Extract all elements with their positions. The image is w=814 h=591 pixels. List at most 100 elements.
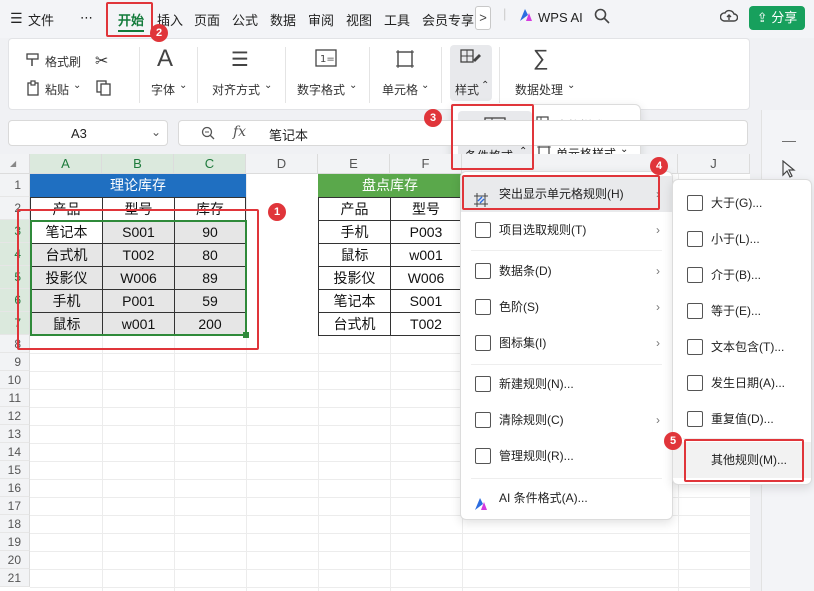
format-painter-button[interactable]: 格式刷 [45,53,81,70]
row-header[interactable]: 16 [0,479,30,497]
name-box[interactable]: A3 ⌄ [8,120,168,146]
cf-item-icon-sets[interactable]: 图标集(I) › [461,325,672,361]
column-header-d[interactable]: D [246,154,318,174]
row-header[interactable]: 20 [0,551,30,569]
number-format-button[interactable]: 数字格式 [297,81,345,98]
wps-ai-label[interactable]: WPS AI [538,10,583,25]
style-button[interactable]: 样式 ⌃ [450,45,492,101]
row-header[interactable]: 18 [0,515,30,533]
hl-item-less-than[interactable]: 小于(L)... [673,221,811,257]
table2-cell[interactable]: 笔记本 [318,289,391,313]
fx-icon[interactable]: fx [233,124,246,140]
table2-header-cell[interactable]: 产品 [318,197,391,221]
hl-item-equal-to[interactable]: 等于(E)... [673,293,811,329]
table2-cell[interactable]: W006 [390,266,462,290]
align-button[interactable]: 对齐方式 [212,81,260,98]
chevron-down-icon: ⌄ [179,80,188,91]
chevron-down-icon: ⌄ [421,80,430,91]
cell-icon[interactable] [395,49,415,72]
hl-item-between[interactable]: 介于(B)... [673,257,811,293]
menu-more-arrow[interactable]: > [475,6,491,30]
menu-data[interactable]: 数据 [270,10,296,29]
text-contains-icon [687,339,703,355]
data-processing-button[interactable]: 数据处理 [515,81,563,98]
align-icon[interactable]: ☰ [231,47,249,72]
column-header-e[interactable]: E [318,154,390,174]
menu-file[interactable]: 文件 [28,10,54,29]
cf-item-clear-rules[interactable]: 清除规则(C) › [461,402,672,438]
ribbon-separator [285,47,286,103]
cf-item-data-bars[interactable]: 数据条(D) › [461,253,672,289]
paste-button[interactable]: 粘贴 [45,81,69,98]
column-header-a[interactable]: A [30,154,102,174]
row-header[interactable]: 1 [0,174,30,197]
copy-icon[interactable] [95,80,113,99]
row-header[interactable]: 11 [0,389,30,407]
menu-page[interactable]: 页面 [194,10,220,29]
search-icon[interactable] [594,8,610,27]
cf-item-ai-format[interactable]: AI 条件格式(A)... [461,480,672,516]
menu-review[interactable]: 审阅 [308,10,334,29]
table1-title[interactable]: 理论库存 [30,174,246,197]
zoom-icon[interactable] [201,126,215,143]
menu-member[interactable]: 会员专享 [422,10,474,29]
cloud-upload-icon[interactable] [719,8,739,27]
column-header-b[interactable]: B [102,154,174,174]
table2-title[interactable]: 盘点库存 [318,174,462,197]
sum-icon[interactable]: ∑ [533,45,549,71]
table2-cell[interactable]: 投影仪 [318,266,391,290]
row-header[interactable]: 13 [0,425,30,443]
row-header[interactable]: 10 [0,371,30,389]
ribbon-separator [369,47,370,103]
column-header-c[interactable]: C [174,154,246,174]
row-header[interactable]: 12 [0,407,30,425]
table2-cell[interactable]: P003 [390,220,462,244]
chevron-down-icon[interactable]: ⌄ [151,125,161,139]
cf-item-new-rule[interactable]: 新建规则(N)... [461,366,672,402]
cf-item-color-scales[interactable]: 色阶(S) › [461,289,672,325]
chevron-right-icon: › [656,223,660,237]
cell-button[interactable]: 单元格 [382,81,418,98]
table2-cell[interactable]: w001 [390,243,462,267]
hl-item-text-contains[interactable]: 文本包含(T)... [673,329,811,365]
minimize-pane-icon[interactable]: — [782,132,796,148]
more-dots-icon[interactable]: ⋯ [80,10,93,26]
hl-item-greater-than[interactable]: 大于(G)... [673,185,811,221]
row-header[interactable]: 15 [0,461,30,479]
paste-icon[interactable] [25,80,41,99]
table2-cell[interactable]: 鼠标 [318,243,391,267]
row-header[interactable]: 19 [0,533,30,551]
pointer-icon[interactable] [782,159,796,181]
row-header[interactable]: 17 [0,497,30,515]
cf-item-top-bottom[interactable]: 项目选取规则(T) › [461,212,672,248]
formula-content[interactable]: 笔记本 [269,125,308,144]
hl-item-date-occurring[interactable]: 发生日期(A)... [673,365,811,401]
gridline [30,569,750,570]
table2-cell[interactable]: T002 [390,312,462,336]
table2-cell[interactable]: 台式机 [318,312,391,336]
row-header[interactable]: 21 [0,569,30,587]
row-header[interactable]: 9 [0,353,30,371]
format-painter-icon[interactable] [25,52,41,71]
font-icon[interactable]: A [157,45,173,73]
table2-cell[interactable]: 手机 [318,220,391,244]
menu-formula[interactable]: 公式 [232,10,258,29]
ribbon-separator [197,47,198,103]
cf-item-manage-rules[interactable]: 管理规则(R)... [461,438,672,474]
menu-view[interactable]: 视图 [346,10,372,29]
select-all-corner[interactable]: ◢ [0,154,30,174]
number-format-icon[interactable]: 1= [315,49,337,70]
hl-item-duplicate-values[interactable]: 重复值(D)... [673,401,811,437]
column-header-j[interactable]: J [678,154,750,174]
chevron-down-icon[interactable]: ⌄ [73,80,81,91]
cut-icon[interactable]: ✂ [95,51,108,71]
table2-cell[interactable]: S001 [390,289,462,313]
hamburger-icon[interactable]: ☰ [10,10,23,27]
font-button[interactable]: 字体 [151,81,175,98]
wps-ai-icon[interactable] [518,7,534,26]
row-header[interactable]: 14 [0,443,30,461]
table2-header-cell[interactable]: 型号 [390,197,462,221]
menu-tools[interactable]: 工具 [384,10,410,29]
share-button[interactable]: ⇪ 分享 [749,6,805,30]
menu-divider [471,478,662,479]
